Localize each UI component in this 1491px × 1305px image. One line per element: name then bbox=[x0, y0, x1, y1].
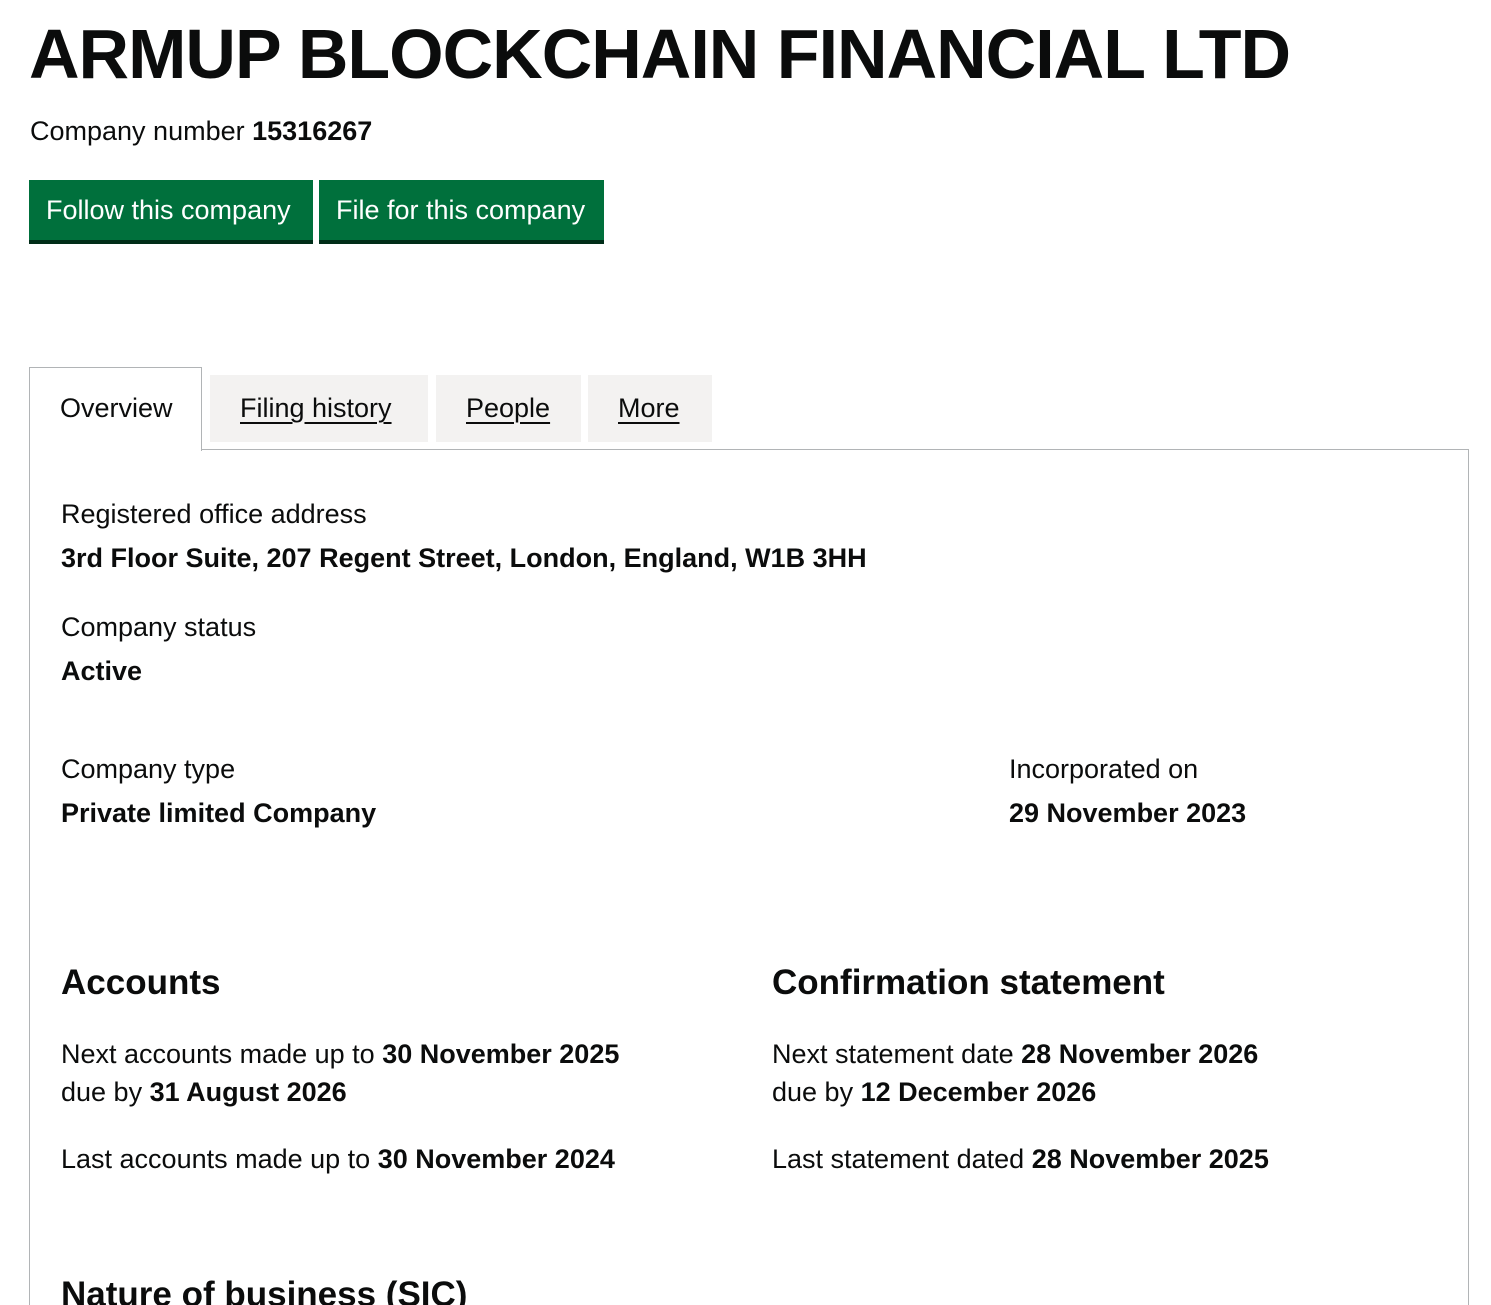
nature-of-business-heading: Nature of business (SIC) bbox=[61, 1275, 468, 1305]
confirmation-last-date: 28 November 2025 bbox=[1031, 1144, 1269, 1174]
confirmation-next-date: 28 November 2026 bbox=[1021, 1039, 1259, 1069]
tab-filing-history[interactable]: Filing history bbox=[210, 375, 428, 442]
tab-more[interactable]: More bbox=[588, 375, 712, 442]
confirmation-last-label: Last statement dated bbox=[772, 1144, 1025, 1174]
registered-office-label: Registered office address bbox=[61, 499, 367, 529]
accounts-next-date: 30 November 2025 bbox=[382, 1039, 620, 1069]
tab-people-label[interactable]: People bbox=[466, 393, 550, 423]
accounts-last-label: Last accounts made up to bbox=[61, 1144, 371, 1174]
company-type-label: Company type bbox=[61, 754, 236, 784]
tab-overview[interactable]: Overview bbox=[29, 367, 202, 451]
confirmation-due-line: due by 12 December 2026 bbox=[772, 1075, 1096, 1109]
accounts-last-date: 30 November 2024 bbox=[377, 1144, 615, 1174]
accounts-last-line: Last accounts made up to 30 November 202… bbox=[61, 1142, 615, 1176]
tab-panel bbox=[29, 449, 1469, 1305]
follow-company-button[interactable]: Follow this company bbox=[29, 180, 313, 240]
confirmation-due-label: due by bbox=[772, 1077, 854, 1107]
company-overview-page: ARMUP BLOCKCHAIN FINANCIAL LTD Company n… bbox=[0, 0, 1491, 1305]
registered-office-value: 3rd Floor Suite, 207 Regent Street, Lond… bbox=[61, 543, 867, 573]
tab-more-label[interactable]: More bbox=[618, 393, 680, 423]
accounts-due-line: due by 31 August 2026 bbox=[61, 1075, 347, 1109]
accounts-due-date: 31 August 2026 bbox=[149, 1077, 347, 1107]
accounts-due-label: due by bbox=[61, 1077, 143, 1107]
accounts-next-line: Next accounts made up to 30 November 202… bbox=[61, 1037, 619, 1071]
confirmation-next-line: Next statement date 28 November 2026 bbox=[772, 1037, 1258, 1071]
company-number: 15316267 bbox=[252, 116, 373, 146]
incorporated-value: 29 November 2023 bbox=[1009, 798, 1247, 828]
tab-overview-label: Overview bbox=[60, 393, 173, 423]
company-name: ARMUP BLOCKCHAIN FINANCIAL LTD bbox=[29, 15, 1291, 93]
company-number-label: Company number bbox=[30, 116, 245, 146]
accounts-next-label: Next accounts made up to bbox=[61, 1039, 375, 1069]
confirmation-due-date: 12 December 2026 bbox=[860, 1077, 1097, 1107]
confirmation-last-line: Last statement dated 28 November 2025 bbox=[772, 1142, 1269, 1176]
file-for-company-button[interactable]: File for this company bbox=[319, 180, 604, 240]
company-type-value: Private limited Company bbox=[61, 798, 377, 828]
confirmation-heading: Confirmation statement bbox=[772, 963, 1165, 1002]
accounts-heading: Accounts bbox=[61, 963, 221, 1002]
tab-people[interactable]: People bbox=[436, 375, 581, 442]
company-status-label: Company status bbox=[61, 612, 257, 642]
company-status-value: Active bbox=[61, 656, 143, 686]
company-number-line: Company number 15316267 bbox=[30, 114, 372, 148]
tabs-divider bbox=[201, 449, 1469, 450]
confirmation-next-label: Next statement date bbox=[772, 1039, 1014, 1069]
incorporated-label: Incorporated on bbox=[1009, 754, 1199, 784]
tab-filing-history-label[interactable]: Filing history bbox=[240, 393, 392, 423]
